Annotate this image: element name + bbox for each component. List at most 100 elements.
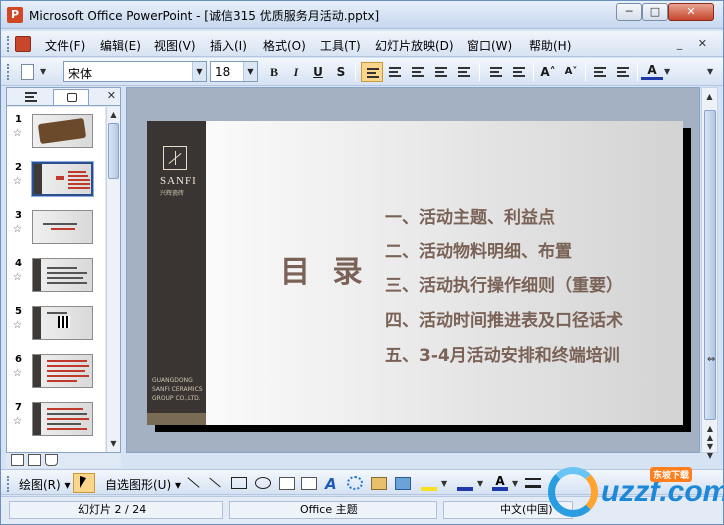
slide-2-line: [68, 171, 86, 173]
slide-2-line: [68, 175, 88, 177]
slide-thumbnails[interactable]: 1 ☆ 2 ☆ 3 ☆ 4 ☆ 5 ☆ 6 ☆ 7 ☆: [7, 107, 105, 452]
scroll-up-icon[interactable]: ▲: [108, 108, 119, 121]
draw-menu-button[interactable]: 绘图(R) ▾: [19, 476, 71, 493]
align-left-button[interactable]: [361, 62, 383, 82]
underline-button[interactable]: U: [307, 62, 329, 82]
slide-thumbnail[interactable]: 7 ☆: [7, 402, 105, 446]
font-name-select[interactable]: 宋体 ▼: [63, 61, 207, 82]
menubar-grip[interactable]: [7, 36, 11, 52]
minimize-button[interactable]: ─: [616, 3, 642, 21]
font-color-button[interactable]: A: [641, 62, 663, 80]
splitter-handle-icon[interactable]: ⇔: [707, 354, 715, 365]
thumbnails-scrollbar[interactable]: ▲ ▼: [106, 107, 120, 452]
diagram-tool-icon[interactable]: [347, 476, 363, 490]
toolbar-options-chevron-icon[interactable]: ▼: [40, 67, 46, 76]
maximize-button[interactable]: □: [642, 3, 668, 21]
toolbar-grip[interactable]: [7, 476, 11, 492]
slide-thumbnail[interactable]: 5 ☆: [7, 306, 105, 350]
slide-nav-buttons[interactable]: ▲ ▲ ▼ ▼: [704, 424, 716, 460]
slide-2-strip: [34, 164, 42, 194]
font-size-select[interactable]: 18 ▼: [210, 61, 258, 82]
slide-scrollbar[interactable]: ▲ ▲ ▲ ▼ ▼: [701, 87, 718, 460]
chevron-down-icon[interactable]: ▼: [192, 62, 206, 81]
grow-font-button[interactable]: A˄: [537, 62, 559, 82]
new-presentation-icon[interactable]: [17, 62, 37, 82]
menu-help[interactable]: 帮助(H): [529, 37, 571, 54]
numbering-button[interactable]: [485, 62, 507, 82]
italic-button[interactable]: I: [285, 62, 307, 82]
textbox-tool-icon[interactable]: [279, 477, 295, 490]
slide-thumbnail[interactable]: 1 ☆: [7, 114, 105, 158]
scroll-down-icon[interactable]: ▼: [108, 437, 119, 450]
document-window-controls[interactable]: _ ✕: [677, 37, 713, 50]
slideshow-view-icon[interactable]: [45, 454, 58, 466]
toc-item[interactable]: 四、活动时间推进表及口径话术: [385, 306, 623, 331]
shrink-font-button[interactable]: A˅: [560, 62, 582, 82]
draw-font-color-icon[interactable]: A: [492, 475, 508, 491]
picture-tool-icon[interactable]: [395, 477, 411, 490]
line-tool-icon[interactable]: [185, 475, 201, 491]
line-color-chevron-icon[interactable]: ▼: [477, 479, 483, 488]
distribute-button[interactable]: [430, 62, 452, 82]
document-icon[interactable]: [15, 36, 31, 52]
tab-outline[interactable]: [13, 89, 49, 105]
scroll-thumb[interactable]: [108, 123, 119, 179]
slide-thumbnail[interactable]: 2 ☆: [7, 161, 105, 206]
slide-sorter-view-icon[interactable]: [28, 454, 41, 466]
toc-item[interactable]: 二、活动物料明细、布置: [385, 237, 572, 262]
current-slide[interactable]: SANFI 兴辉瓷砖 GUANGDONG SANFI CERAMICS GROU…: [147, 121, 683, 425]
font-color-chevron-icon[interactable]: ▼: [664, 67, 670, 76]
increase-indent-button[interactable]: [612, 62, 634, 82]
slide-thumbnail[interactable]: 6 ☆: [7, 354, 105, 398]
rectangle-tool-icon[interactable]: [231, 477, 247, 489]
align-right-button[interactable]: [407, 62, 429, 82]
toolbar-overflow-chevron-icon[interactable]: ▼: [707, 67, 713, 76]
scroll-up-icon[interactable]: ▲: [704, 90, 715, 103]
arrow-tool-icon[interactable]: [207, 475, 223, 491]
fill-color-icon[interactable]: [421, 475, 437, 491]
normal-view-icon[interactable]: [11, 454, 24, 466]
decrease-indent-button[interactable]: [589, 62, 611, 82]
animation-star-icon: ☆: [13, 320, 22, 331]
menu-slideshow[interactable]: 幻灯片放映(D): [375, 37, 454, 54]
menu-view[interactable]: 视图(V): [154, 37, 196, 54]
select-objects-icon[interactable]: [73, 473, 95, 493]
menu-edit[interactable]: 编辑(E): [100, 37, 141, 54]
toc-item[interactable]: 五、3-4月活动安排和终端培训: [385, 341, 620, 366]
line-color-icon[interactable]: [457, 475, 473, 491]
shadow-button[interactable]: S: [330, 62, 352, 82]
menu-insert[interactable]: 插入(I): [210, 37, 247, 54]
chevron-down-icon[interactable]: ▼: [243, 62, 257, 81]
slide-number: 2: [15, 162, 22, 173]
autoshapes-menu-button[interactable]: 自选图形(U) ▾: [105, 476, 181, 493]
slide-thumbnail[interactable]: 3 ☆: [7, 210, 105, 254]
pane-close-icon[interactable]: ✕: [107, 89, 116, 102]
close-button[interactable]: ✕: [668, 3, 714, 21]
align-center-button[interactable]: [384, 62, 406, 82]
slide-7-line: [47, 428, 87, 430]
menu-tools[interactable]: 工具(T): [320, 37, 361, 54]
wordart-tool-icon[interactable]: A: [325, 475, 341, 493]
toolbar-grip[interactable]: [7, 64, 11, 80]
oval-tool-icon[interactable]: [255, 477, 271, 489]
column-align-button[interactable]: [453, 62, 475, 82]
line-style-icon[interactable]: [525, 478, 541, 488]
vertical-textbox-tool-icon[interactable]: [301, 477, 317, 490]
menu-file[interactable]: 文件(F): [45, 37, 85, 54]
powerpoint-app-icon[interactable]: P: [7, 7, 23, 23]
bullets-button[interactable]: [508, 62, 530, 82]
toc-item[interactable]: 三、活动执行操作细则（重要）: [385, 271, 623, 296]
scroll-thumb[interactable]: [704, 110, 716, 420]
fill-color-chevron-icon[interactable]: ▼: [441, 479, 447, 488]
bold-button[interactable]: B: [263, 62, 285, 82]
draw-font-color-chevron-icon[interactable]: ▼: [512, 479, 518, 488]
toolbar-separator: [637, 63, 638, 81]
menu-format[interactable]: 格式(O): [263, 37, 306, 54]
clipart-tool-icon[interactable]: [371, 477, 387, 490]
toc-item[interactable]: 一、活动主题、利益点: [385, 203, 555, 228]
slide-editing-area[interactable]: SANFI 兴辉瓷砖 GUANGDONG SANFI CERAMICS GROU…: [126, 87, 700, 453]
tab-slides[interactable]: [53, 89, 89, 105]
slide-title[interactable]: 目 录: [280, 247, 368, 291]
menu-window[interactable]: 窗口(W): [467, 37, 512, 54]
slide-thumbnail[interactable]: 4 ☆: [7, 258, 105, 302]
